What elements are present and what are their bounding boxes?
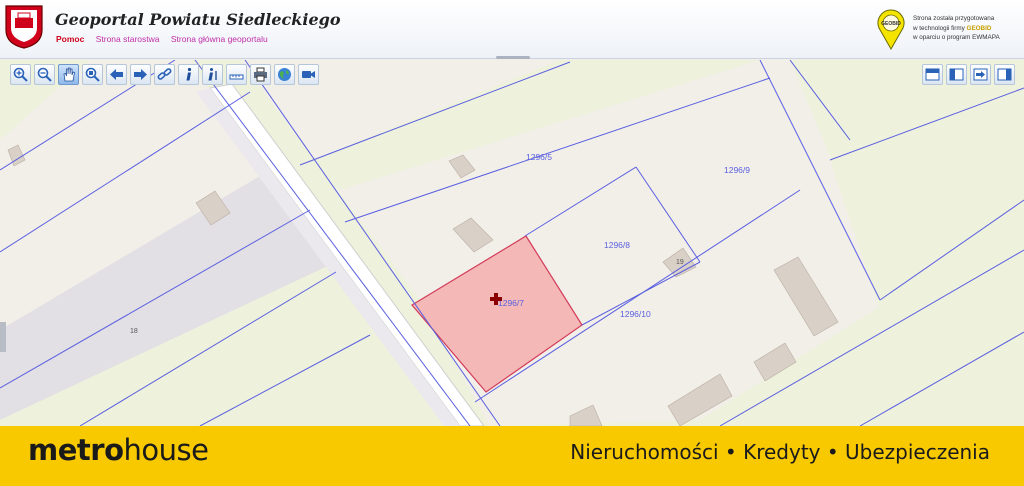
- parcel-label-1296-5: 1296/5: [526, 152, 552, 162]
- layout-left-panel-icon: [949, 68, 964, 81]
- logo-metro-text: metr: [28, 433, 105, 467]
- geobid-logo-text: GEOBID: [881, 21, 901, 27]
- county-crest-logo: [5, 5, 43, 49]
- help-link[interactable]: Pomoc: [56, 34, 84, 44]
- zoom-extent-button[interactable]: [82, 64, 103, 85]
- layout-right-panel-icon: [997, 68, 1012, 81]
- link-button[interactable]: [154, 64, 175, 85]
- credit-line-2-prefix: w technologii firmy: [913, 24, 967, 32]
- info-icon: [186, 67, 192, 81]
- info-query-button[interactable]: [202, 64, 223, 85]
- pan-hand-icon: [63, 67, 75, 82]
- map-viewport[interactable]: 1296/5 1296/9 1296/8 1296/7 1296/10 18 1…: [0, 60, 1024, 426]
- print-button[interactable]: [250, 64, 271, 85]
- zoom-extent-icon: [85, 67, 100, 82]
- camera-button[interactable]: [298, 64, 319, 85]
- measure-ruler-icon: [229, 74, 244, 80]
- link-icon: [157, 68, 172, 80]
- credit-brand: GEOBID: [966, 24, 992, 32]
- credit-line-1: Strona została przygotowana: [913, 15, 995, 22]
- layout-top-button[interactable]: [922, 64, 943, 85]
- globe-button[interactable]: [274, 64, 295, 85]
- logo-o-text: o: [104, 433, 124, 467]
- measure-button[interactable]: [226, 64, 247, 85]
- header-nav: Pomoc Strona starostwa Strona główna geo…: [56, 34, 277, 44]
- parcel-label-1296-8: 1296/8: [604, 240, 630, 250]
- zoom-in-icon: [13, 67, 28, 82]
- credit-text: Strona została przygotowana w technologi…: [913, 14, 1000, 43]
- starostwo-link[interactable]: Strona starostwa: [96, 34, 160, 44]
- layout-top-icon: [925, 68, 940, 81]
- layout-left-panel-button[interactable]: [946, 64, 967, 85]
- geobid-logo: GEOBID: [877, 9, 905, 50]
- credit-line-2: w technologii firmy GEOBID: [913, 24, 1000, 34]
- info-button[interactable]: [178, 64, 199, 85]
- layout-right-panel-button[interactable]: [994, 64, 1015, 85]
- zoom-in-button[interactable]: [10, 64, 31, 85]
- info-query-icon: [208, 68, 217, 81]
- footer-tagline: Nieruchomości • Kredyty • Ubezpieczenia: [570, 440, 990, 464]
- logo-house-text: house: [123, 433, 209, 467]
- page-title: Geoportal Powiatu Siedleckiego: [55, 10, 341, 29]
- forward-button[interactable]: [130, 64, 151, 85]
- building-number-18: 18: [130, 328, 138, 335]
- arrow-back-icon: [110, 69, 123, 80]
- globe-icon: [278, 68, 291, 81]
- marker-horizontal-bar: [490, 297, 502, 301]
- geoportal-home-link[interactable]: Strona główna geoportalu: [171, 34, 268, 44]
- left-panel-handle[interactable]: [0, 322, 6, 352]
- parcel-label-1296-10: 1296/10: [620, 309, 651, 319]
- zoom-out-button[interactable]: [34, 64, 55, 85]
- metrohouse-logo: metrohouse: [28, 433, 209, 467]
- export-icon: [973, 68, 988, 81]
- header-collapse-handle[interactable]: [496, 56, 530, 59]
- back-button[interactable]: [106, 64, 127, 85]
- camera-icon: [302, 71, 315, 78]
- map-canvas[interactable]: 1296/5 1296/9 1296/8 1296/7 1296/10 18 1…: [0, 60, 1024, 426]
- zoom-out-icon: [37, 67, 52, 82]
- pan-button[interactable]: [58, 64, 79, 85]
- print-icon: [254, 67, 267, 82]
- header-bar: Geoportal Powiatu Siedleckiego Pomoc Str…: [0, 0, 1024, 59]
- parcel-label-1296-9: 1296/9: [724, 165, 750, 175]
- building-number-19: 19: [676, 259, 684, 266]
- credit-line-3: w oparciu o program EWMAPA: [913, 34, 1000, 41]
- arrow-forward-icon: [134, 69, 147, 80]
- export-button[interactable]: [970, 64, 991, 85]
